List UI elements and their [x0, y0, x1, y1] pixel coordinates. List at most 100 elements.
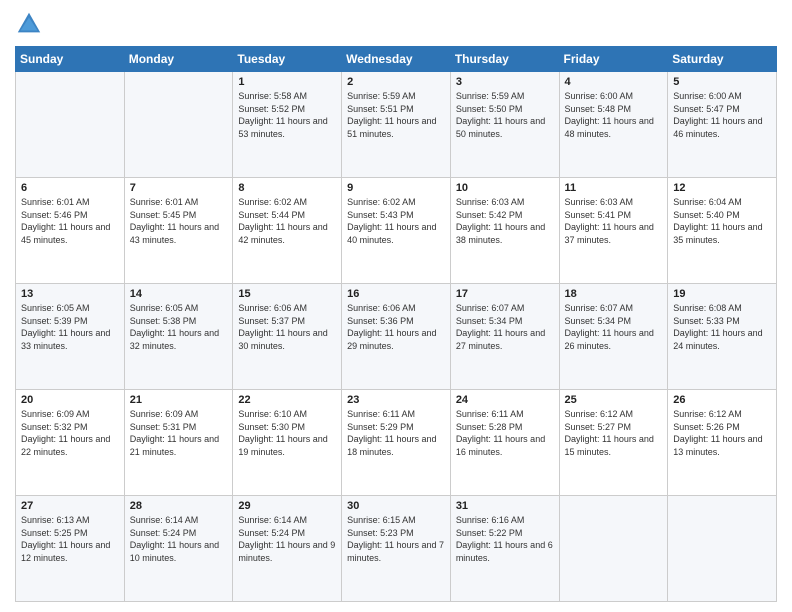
cell-info: Sunrise: 6:01 AM Sunset: 5:46 PM Dayligh…: [21, 196, 119, 246]
calendar-cell: 16 Sunrise: 6:06 AM Sunset: 5:36 PM Dayli…: [342, 284, 451, 390]
day-number: 4: [565, 76, 663, 88]
cell-info: Sunrise: 6:12 AM Sunset: 5:26 PM Dayligh…: [673, 408, 771, 458]
calendar-cell: 6Sunrise: 6:01 AM Sunset: 5:46 PM Daylig…: [16, 178, 125, 284]
cell-info: Sunrise: 6:09 AM Sunset: 5:32 PM Dayligh…: [21, 408, 119, 458]
cell-info: Sunrise: 6:11 AM Sunset: 5:29 PM Dayligh…: [347, 408, 445, 458]
weekday-header: Friday: [559, 47, 668, 72]
calendar-cell: 2Sunrise: 5:59 AM Sunset: 5:51 PM Daylig…: [342, 72, 451, 178]
day-number: 18: [565, 288, 663, 300]
weekday-header: Tuesday: [233, 47, 342, 72]
day-number: 25: [565, 394, 663, 406]
day-number: 1: [238, 76, 336, 88]
cell-info: Sunrise: 6:11 AM Sunset: 5:28 PM Dayligh…: [456, 408, 554, 458]
day-number: 19: [673, 288, 771, 300]
calendar-cell: 5Sunrise: 6:00 AM Sunset: 5:47 PM Daylig…: [668, 72, 777, 178]
calendar-cell: 14Sunrise: 6:05 AM Sunset: 5:38 PM Dayli…: [124, 284, 233, 390]
calendar-cell: 31 Sunrise: 6:16 AM Sunset: 5:22 PM Dayli…: [450, 496, 559, 602]
calendar-cell: 18 Sunrise: 6:07 AM Sunset: 5:34 PM Dayli…: [559, 284, 668, 390]
day-number: 24: [456, 394, 554, 406]
calendar-cell: 19Sunrise: 6:08 AM Sunset: 5:33 PM Dayli…: [668, 284, 777, 390]
cell-info: Sunrise: 6:00 AM Sunset: 5:48 PM Dayligh…: [565, 90, 663, 140]
weekday-header: Thursday: [450, 47, 559, 72]
calendar-header: SundayMondayTuesdayWednesdayThursdayFrid…: [16, 47, 777, 72]
calendar-cell: 17 Sunrise: 6:07 AM Sunset: 5:34 PM Dayli…: [450, 284, 559, 390]
calendar-cell: 25 Sunrise: 6:12 AM Sunset: 5:27 PM Dayli…: [559, 390, 668, 496]
day-number: 8: [238, 182, 336, 194]
cell-info: Sunrise: 6:14 AM Sunset: 5:24 PM Dayligh…: [130, 514, 228, 564]
cell-info: Sunrise: 6:03 AM Sunset: 5:41 PM Dayligh…: [565, 196, 663, 246]
day-number: 16: [347, 288, 445, 300]
cell-info: Sunrise: 6:02 AM Sunset: 5:44 PM Dayligh…: [238, 196, 336, 246]
day-number: 5: [673, 76, 771, 88]
calendar-cell: 29Sunrise: 6:14 AM Sunset: 5:24 PM Dayli…: [233, 496, 342, 602]
calendar-cell: 3Sunrise: 5:59 AM Sunset: 5:50 PM Daylig…: [450, 72, 559, 178]
calendar-body: 1 Sunrise: 5:58 AM Sunset: 5:52 PM Daylig…: [16, 72, 777, 602]
page: SundayMondayTuesdayWednesdayThursdayFrid…: [0, 0, 792, 612]
header: [15, 10, 777, 38]
weekday-header: Sunday: [16, 47, 125, 72]
calendar-cell: [16, 72, 125, 178]
calendar-cell: 13 Sunrise: 6:05 AM Sunset: 5:39 PM Dayli…: [16, 284, 125, 390]
cell-info: Sunrise: 6:16 AM Sunset: 5:22 PM Dayligh…: [456, 514, 554, 564]
day-number: 21: [130, 394, 228, 406]
calendar-cell: 10 Sunrise: 6:03 AM Sunset: 5:42 PM Dayli…: [450, 178, 559, 284]
day-number: 13: [21, 288, 119, 300]
day-number: 31: [456, 500, 554, 512]
day-number: 10: [456, 182, 554, 194]
day-number: 29: [238, 500, 336, 512]
calendar-week-row: 13 Sunrise: 6:05 AM Sunset: 5:39 PM Dayli…: [16, 284, 777, 390]
day-number: 12: [673, 182, 771, 194]
weekday-header: Saturday: [668, 47, 777, 72]
cell-info: Sunrise: 6:04 AM Sunset: 5:40 PM Dayligh…: [673, 196, 771, 246]
calendar-cell: 4 Sunrise: 6:00 AM Sunset: 5:48 PM Daylig…: [559, 72, 668, 178]
day-number: 23: [347, 394, 445, 406]
day-number: 11: [565, 182, 663, 194]
cell-info: Sunrise: 6:02 AM Sunset: 5:43 PM Dayligh…: [347, 196, 445, 246]
calendar-cell: 1 Sunrise: 5:58 AM Sunset: 5:52 PM Daylig…: [233, 72, 342, 178]
cell-info: Sunrise: 5:59 AM Sunset: 5:50 PM Dayligh…: [456, 90, 554, 140]
cell-info: Sunrise: 6:07 AM Sunset: 5:34 PM Dayligh…: [565, 302, 663, 352]
calendar-cell: 15 Sunrise: 6:06 AM Sunset: 5:37 PM Dayli…: [233, 284, 342, 390]
calendar-cell: 21 Sunrise: 6:09 AM Sunset: 5:31 PM Dayli…: [124, 390, 233, 496]
calendar-cell: [668, 496, 777, 602]
day-number: 14: [130, 288, 228, 300]
calendar-week-row: 20 Sunrise: 6:09 AM Sunset: 5:32 PM Dayli…: [16, 390, 777, 496]
cell-info: Sunrise: 6:07 AM Sunset: 5:34 PM Dayligh…: [456, 302, 554, 352]
cell-info: Sunrise: 6:03 AM Sunset: 5:42 PM Dayligh…: [456, 196, 554, 246]
calendar-cell: 26 Sunrise: 6:12 AM Sunset: 5:26 PM Dayli…: [668, 390, 777, 496]
calendar-cell: 24 Sunrise: 6:11 AM Sunset: 5:28 PM Dayli…: [450, 390, 559, 496]
cell-info: Sunrise: 6:09 AM Sunset: 5:31 PM Dayligh…: [130, 408, 228, 458]
calendar-cell: [559, 496, 668, 602]
day-number: 17: [456, 288, 554, 300]
logo-icon: [15, 10, 43, 38]
cell-info: Sunrise: 6:01 AM Sunset: 5:45 PM Dayligh…: [130, 196, 228, 246]
calendar-table: SundayMondayTuesdayWednesdayThursdayFrid…: [15, 46, 777, 602]
day-number: 15: [238, 288, 336, 300]
cell-info: Sunrise: 5:59 AM Sunset: 5:51 PM Dayligh…: [347, 90, 445, 140]
day-number: 20: [21, 394, 119, 406]
cell-info: Sunrise: 6:13 AM Sunset: 5:25 PM Dayligh…: [21, 514, 119, 564]
calendar-cell: 23 Sunrise: 6:11 AM Sunset: 5:29 PM Dayli…: [342, 390, 451, 496]
calendar-cell: 11 Sunrise: 6:03 AM Sunset: 5:41 PM Dayli…: [559, 178, 668, 284]
cell-info: Sunrise: 6:12 AM Sunset: 5:27 PM Dayligh…: [565, 408, 663, 458]
calendar-cell: 12 Sunrise: 6:04 AM Sunset: 5:40 PM Dayli…: [668, 178, 777, 284]
logo: [15, 10, 47, 38]
calendar-cell: [124, 72, 233, 178]
cell-info: Sunrise: 6:05 AM Sunset: 5:39 PM Dayligh…: [21, 302, 119, 352]
cell-info: Sunrise: 5:58 AM Sunset: 5:52 PM Dayligh…: [238, 90, 336, 140]
calendar-week-row: 1 Sunrise: 5:58 AM Sunset: 5:52 PM Daylig…: [16, 72, 777, 178]
day-number: 28: [130, 500, 228, 512]
day-number: 30: [347, 500, 445, 512]
calendar-week-row: 6Sunrise: 6:01 AM Sunset: 5:46 PM Daylig…: [16, 178, 777, 284]
calendar-cell: 20 Sunrise: 6:09 AM Sunset: 5:32 PM Dayli…: [16, 390, 125, 496]
day-number: 27: [21, 500, 119, 512]
weekday-header: Wednesday: [342, 47, 451, 72]
cell-info: Sunrise: 6:06 AM Sunset: 5:37 PM Dayligh…: [238, 302, 336, 352]
cell-info: Sunrise: 6:15 AM Sunset: 5:23 PM Dayligh…: [347, 514, 445, 564]
day-number: 9: [347, 182, 445, 194]
cell-info: Sunrise: 6:06 AM Sunset: 5:36 PM Dayligh…: [347, 302, 445, 352]
calendar-cell: 7 Sunrise: 6:01 AM Sunset: 5:45 PM Daylig…: [124, 178, 233, 284]
day-number: 7: [130, 182, 228, 194]
cell-info: Sunrise: 6:10 AM Sunset: 5:30 PM Dayligh…: [238, 408, 336, 458]
day-number: 26: [673, 394, 771, 406]
